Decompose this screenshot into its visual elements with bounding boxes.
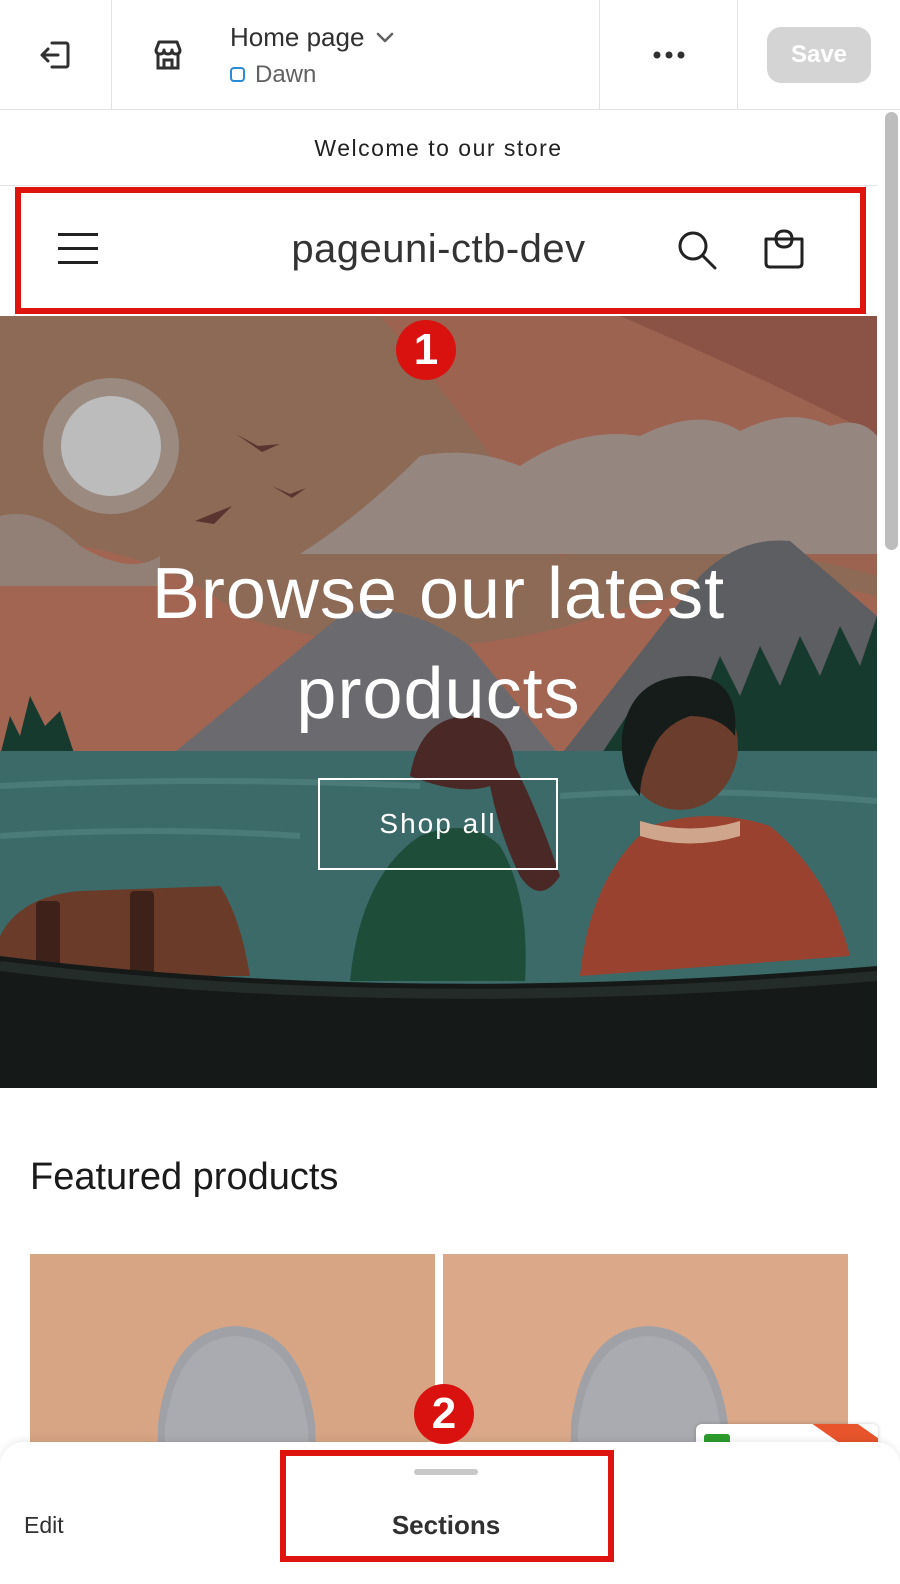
hero-heading-line-1: Browse our latest xyxy=(151,554,726,634)
featured-products-heading: Featured products xyxy=(30,1156,339,1198)
editor-topbar: Home page Dawn Save xyxy=(0,0,900,110)
page-selector[interactable]: Home page Dawn xyxy=(230,0,600,110)
bottom-sheet: Edit Sections xyxy=(0,1442,900,1584)
hero-banner: Browse our latest products Shop all xyxy=(0,316,877,1088)
exit-icon xyxy=(40,41,69,69)
theme-status-icon xyxy=(230,67,245,82)
tab-edit[interactable]: Edit xyxy=(24,1512,64,1539)
chevron-down-icon xyxy=(377,32,394,43)
annotation-badge-2: 2 xyxy=(414,1384,474,1444)
hero-heading: Browse our latest products xyxy=(0,544,877,744)
annotation-badge-1: 1 xyxy=(396,320,456,380)
exit-button[interactable] xyxy=(0,0,112,110)
theme-name: Dawn xyxy=(255,60,317,88)
hero-heading-line-2: products xyxy=(296,654,581,734)
store-logo[interactable]: pageuni-ctb-dev xyxy=(0,227,877,272)
drag-handle[interactable] xyxy=(414,1469,478,1475)
store-header[interactable]: pageuni-ctb-dev xyxy=(0,187,877,315)
announcement-bar: Welcome to our store xyxy=(0,111,877,186)
save-button[interactable]: Save xyxy=(767,27,871,83)
page-dropdown[interactable]: Home page xyxy=(230,22,396,53)
cart-icon[interactable] xyxy=(762,227,806,271)
page-name: Home page xyxy=(230,21,365,52)
store-icon xyxy=(154,40,182,70)
more-icon xyxy=(653,51,684,59)
online-store-button[interactable] xyxy=(112,0,224,110)
shop-all-button[interactable]: Shop all xyxy=(318,778,558,870)
theme-indicator: Dawn xyxy=(230,61,396,89)
more-actions-button[interactable] xyxy=(600,0,738,110)
search-icon[interactable] xyxy=(676,229,718,271)
tab-sections[interactable]: Sections xyxy=(280,1510,612,1541)
preview-scrollbar[interactable] xyxy=(885,112,898,550)
